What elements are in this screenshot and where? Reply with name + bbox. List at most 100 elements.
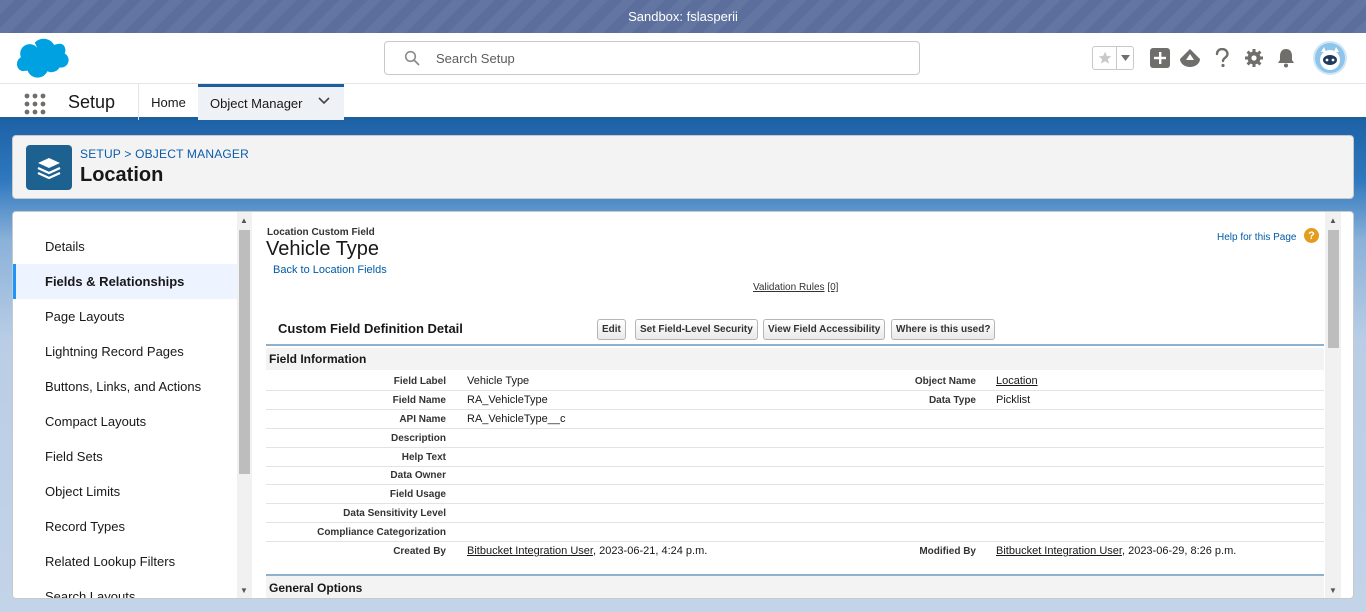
layers-icon <box>37 157 61 179</box>
sandbox-banner: Sandbox: fslasperii <box>0 0 1366 33</box>
set-field-level-security-button[interactable]: Set Field-Level Security <box>635 319 758 340</box>
view-field-accessibility-button[interactable]: View Field Accessibility <box>763 319 886 340</box>
sidebar-item-field-sets[interactable]: Field Sets <box>13 439 237 474</box>
field-label-label: Field Label <box>393 376 446 387</box>
validation-rules-label: Validation Rules <box>753 282 825 293</box>
sidebar-item-fields-relationships[interactable]: Fields & Relationships <box>13 264 237 299</box>
sidebar-item-object-limits[interactable]: Object Limits <box>13 474 237 509</box>
sidebar-scroll-thumb[interactable] <box>239 230 250 474</box>
data-type-value: Picklist <box>996 394 1031 406</box>
search-box[interactable] <box>384 41 920 75</box>
question-icon <box>1215 48 1229 68</box>
sidebar-item-search-layouts[interactable]: Search Layouts <box>13 579 237 599</box>
object-sidebar: Details Fields & Relationships Page Layo… <box>13 212 237 599</box>
astro-avatar-icon <box>1320 47 1340 70</box>
help-icon[interactable]: ? <box>1304 228 1319 243</box>
sidebar-item-label: Page Layouts <box>45 309 125 324</box>
object-icon <box>26 145 72 190</box>
data-type-label: Data Type <box>928 395 976 406</box>
sidebar-item-lightning-record-pages[interactable]: Lightning Record Pages <box>13 334 237 369</box>
sidebar-item-details[interactable]: Details <box>13 229 237 264</box>
chevron-down-icon <box>1120 55 1130 61</box>
plus-icon <box>1150 48 1170 68</box>
table-row: Help Text <box>266 448 1324 467</box>
created-by-label: Created By <box>393 546 446 557</box>
trailhead-icon <box>1180 49 1200 67</box>
help-text-label: Help Text <box>401 452 446 463</box>
sidebar-item-label: Fields & Relationships <box>45 274 185 289</box>
help-button[interactable] <box>1211 47 1233 69</box>
tab-object-manager-label: Object Manager <box>210 96 303 111</box>
scroll-down-arrow-icon[interactable]: ▼ <box>240 586 248 595</box>
back-to-fields-link[interactable]: Back to Location Fields <box>273 264 387 276</box>
edit-button[interactable]: Edit <box>597 319 626 340</box>
created-by-user-link[interactable]: Bitbucket Integration User <box>467 545 593 557</box>
favorites-control[interactable] <box>1092 46 1134 70</box>
chevron-down-icon[interactable] <box>318 97 330 105</box>
tab-home[interactable]: Home <box>138 84 198 120</box>
scroll-up-arrow-icon[interactable]: ▲ <box>1329 216 1337 225</box>
field-name-label: Field Name <box>392 395 446 406</box>
where-is-this-used-button[interactable]: Where is this used? <box>891 319 996 340</box>
object-name-label: Object Name <box>914 376 976 387</box>
table-row: Data Sensitivity Level <box>266 504 1324 523</box>
help-for-page-link[interactable]: Help for this Page <box>1217 232 1297 243</box>
field-type-caption: Location Custom Field <box>267 227 375 238</box>
sidebar-item-page-layouts[interactable]: Page Layouts <box>13 299 237 334</box>
page-title: Location <box>80 164 164 186</box>
notifications-button[interactable] <box>1275 47 1297 69</box>
description-label: Description <box>390 433 446 444</box>
field-name-value: RA_VehicleType <box>467 394 548 406</box>
modified-by-user-link[interactable]: Bitbucket Integration User <box>996 545 1122 557</box>
modified-by-date: , 2023-06-29, 8:26 p.m. <box>1121 545 1237 557</box>
sidebar-item-record-types[interactable]: Record Types <box>13 509 237 544</box>
main-panel: Details Fields & Relationships Page Layo… <box>12 211 1354 599</box>
validation-rules-link[interactable]: Validation Rules [0] <box>753 282 838 293</box>
content-scrollbar[interactable]: ▲ ▼ <box>1325 212 1341 598</box>
object-name-link[interactable]: Location <box>996 375 1038 387</box>
sandbox-label: Sandbox: fslasperii <box>628 9 738 24</box>
table-row: Description <box>266 429 1324 448</box>
data-sensitivity-level-label: Data Sensitivity Level <box>343 508 446 519</box>
tab-object-manager[interactable]: Object Manager <box>198 84 344 120</box>
avatar[interactable] <box>1313 41 1347 75</box>
global-header <box>0 33 1366 84</box>
field-detail-content: Location Custom Field Vehicle Type Back … <box>253 212 1325 598</box>
sidebar-item-label: Object Limits <box>45 484 121 499</box>
field-label-value: Vehicle Type <box>467 375 530 387</box>
detail-heading: Custom Field Definition Detail <box>278 321 463 336</box>
favorite-star-button[interactable] <box>1093 47 1117 69</box>
sidebar-item-label: Search Layouts <box>45 589 136 599</box>
salesforce-cloud-logo[interactable] <box>15 38 73 78</box>
modified-by-label: Modified By <box>919 546 976 557</box>
table-row: API Name RA_VehicleType__c <box>266 410 1324 429</box>
favorites-dropdown-button[interactable] <box>1117 47 1133 69</box>
sidebar-item-label: Lightning Record Pages <box>45 344 184 359</box>
scroll-up-arrow-icon[interactable]: ▲ <box>240 216 248 225</box>
field-title: Vehicle Type <box>266 238 380 260</box>
setup-gear-button[interactable] <box>1243 47 1265 69</box>
sidebar-scrollbar[interactable]: ▲ ▼ <box>237 212 252 598</box>
sidebar-item-label: Record Types <box>45 519 125 534</box>
table-row: Field Usage <box>266 485 1324 504</box>
app-launcher-icon[interactable] <box>24 93 46 115</box>
sidebar-item-related-lookup-filters[interactable]: Related Lookup Filters <box>13 544 237 579</box>
trailhead-button[interactable] <box>1179 47 1201 69</box>
content-scroll-thumb[interactable] <box>1328 230 1339 348</box>
sidebar-item-buttons-links-actions[interactable]: Buttons, Links, and Actions <box>13 369 237 404</box>
bell-icon <box>1278 49 1294 68</box>
general-options-heading: General Options <box>269 581 363 595</box>
scroll-down-arrow-icon[interactable]: ▼ <box>1329 586 1337 595</box>
sidebar-item-label: Field Sets <box>45 449 103 464</box>
breadcrumb[interactable]: SETUP > OBJECT MANAGER <box>80 147 249 161</box>
detail-section-header: Custom Field Definition Detail Edit Set … <box>266 312 1324 346</box>
search-input[interactable] <box>436 50 896 66</box>
table-row: Field Label Vehicle Type Object Name Loc… <box>266 372 1324 391</box>
global-actions-button[interactable] <box>1149 47 1171 69</box>
table-row: Field Name RA_VehicleType Data Type Pick… <box>266 391 1324 410</box>
general-options-header: General Options <box>266 574 1324 598</box>
sidebar-item-compact-layouts[interactable]: Compact Layouts <box>13 404 237 439</box>
api-name-label: API Name <box>399 414 446 425</box>
star-icon <box>1098 51 1111 64</box>
object-header: SETUP > OBJECT MANAGER Location <box>12 135 1354 199</box>
